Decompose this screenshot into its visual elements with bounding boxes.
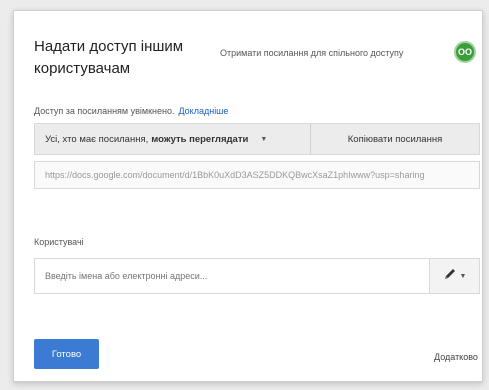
done-button[interactable]: Готово — [34, 339, 99, 369]
chevron-down-icon: ▼ — [459, 272, 467, 280]
people-row: ▼ — [34, 258, 480, 294]
share-dialog: Надати доступ іншим користувачам Отримат… — [13, 10, 483, 382]
chevron-down-icon: ▼ — [260, 135, 268, 143]
pencil-icon — [443, 267, 457, 286]
advanced-button[interactable]: Додатково — [434, 352, 478, 362]
link-sharing-status: Доступ за посиланням увімкнено. — [34, 106, 175, 116]
link-permission-row: Усі, хто має посилання, можуть перегляда… — [34, 123, 480, 155]
learn-more-link[interactable]: Докладніше — [178, 106, 228, 116]
done-button-label: Готово — [51, 348, 82, 360]
people-label: Користувачі — [34, 237, 84, 247]
link-sharing-label: Доступ за посиланням увімкнено. Докладніш… — [34, 106, 228, 116]
access-level-dropdown[interactable]: Усі, хто має посилання, можуть перегляда… — [35, 124, 311, 154]
get-shareable-link[interactable]: Отримати посилання для спільного доступу — [220, 48, 403, 58]
access-prefix: Усі, хто має посилання, — [45, 133, 149, 145]
copy-link-button[interactable]: Копіювати посилання — [311, 134, 479, 145]
permission-dropdown[interactable]: ▼ — [429, 259, 479, 293]
access-level: можуть переглядати — [151, 133, 249, 145]
share-url-field[interactable]: https://docs.google.com/document/d/1BbK0… — [34, 161, 480, 189]
dialog-title: Надати доступ іншим користувачам — [34, 38, 184, 77]
avatar[interactable]: ОО — [454, 41, 476, 63]
people-input[interactable] — [35, 259, 429, 293]
avatar-label: ОО — [457, 47, 472, 57]
